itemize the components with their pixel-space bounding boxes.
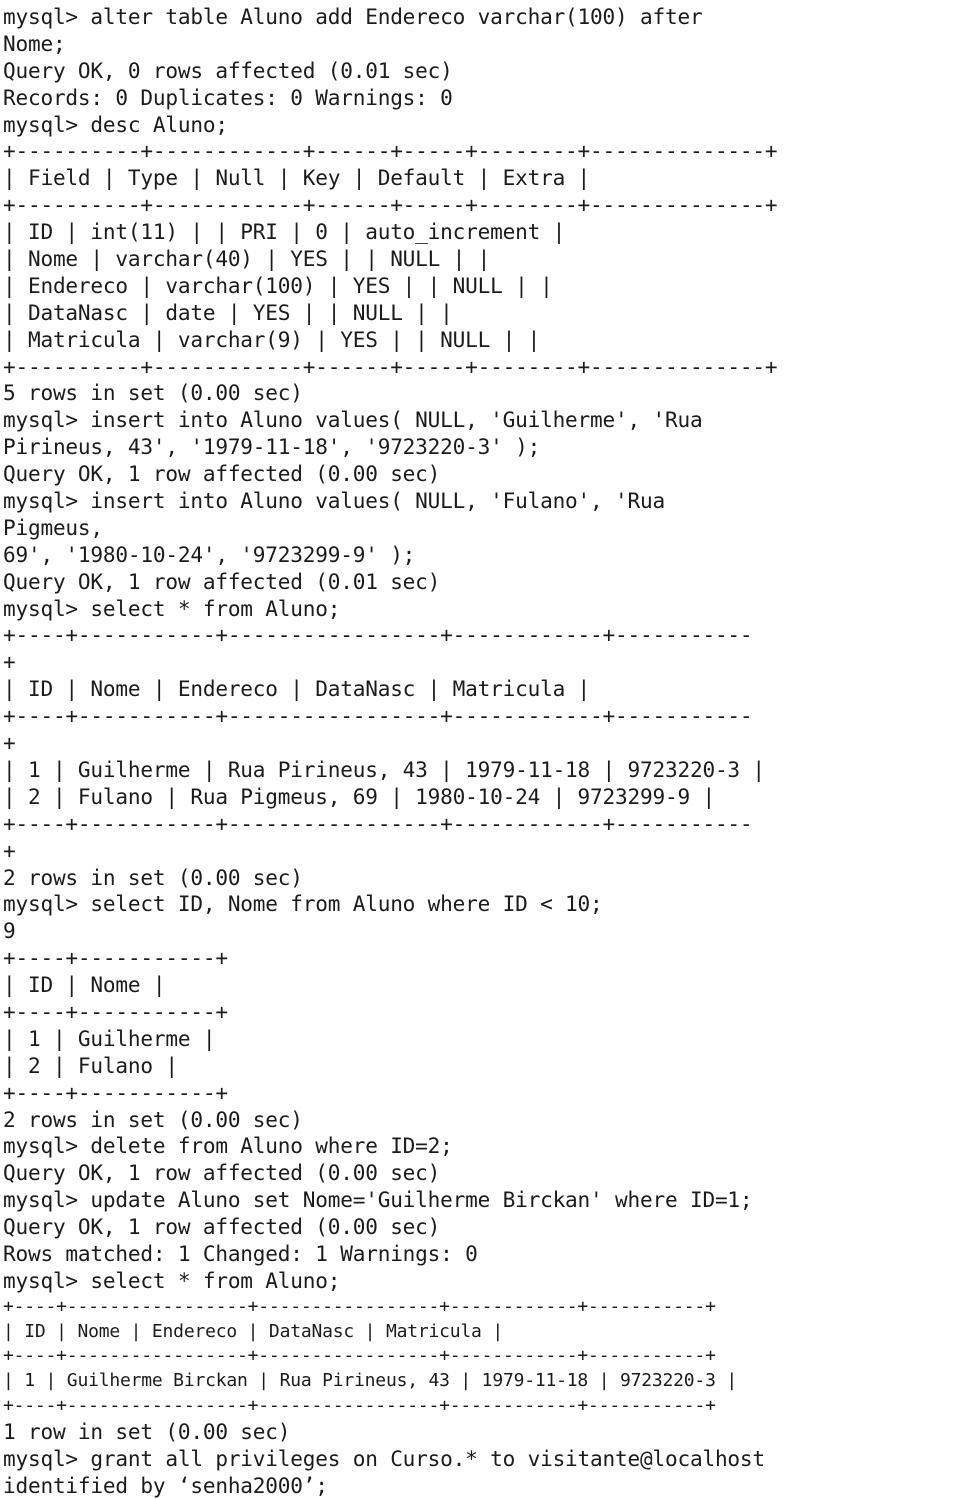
terminal-line: 9 <box>2 918 16 944</box>
terminal-line: +----------+------------+------+-----+--… <box>2 138 778 164</box>
terminal-line: 2 rows in set (0.00 sec) <box>2 864 303 890</box>
terminal-line: | ID | int(11) | | PRI | 0 | auto_increm… <box>2 219 566 245</box>
terminal-transcript: mysql> alter table Aluno add Endereco va… <box>0 0 960 1499</box>
terminal-line: | 2 | Fulano | <box>2 1052 178 1078</box>
terminal-line: | DataNasc | date | YES | | NULL | | <box>2 299 453 325</box>
terminal-line: + <box>2 730 16 756</box>
terminal-line: | 1 | Guilherme | Rua Pirineus, 43 | 197… <box>2 756 765 782</box>
terminal-line: + <box>2 649 16 675</box>
terminal-line: mysql> insert into Aluno values( NULL, '… <box>2 488 665 514</box>
terminal-line: | ID | Nome | <box>2 972 166 998</box>
terminal-line: +----+-----------+-----------------+----… <box>2 622 753 648</box>
terminal-line: | ID | Nome | Endereco | DataNasc | Matr… <box>2 1320 503 1342</box>
terminal-line: 5 rows in set (0.00 sec) <box>2 380 303 406</box>
terminal-line: identified by ‘senha2000’; <box>2 1472 328 1498</box>
terminal-line: Records: 0 Duplicates: 0 Warnings: 0 <box>2 84 453 110</box>
terminal-line: Query OK, 0 rows affected (0.01 sec) <box>2 57 453 83</box>
terminal-line: +----------+------------+------+-----+--… <box>2 192 778 218</box>
terminal-line: mysql> grant all privileges on Curso.* t… <box>2 1445 765 1471</box>
terminal-line: +----+-----------+ <box>2 1079 228 1105</box>
terminal-line: | 1 | Guilherme Birckan | Rua Pirineus, … <box>2 1370 737 1392</box>
terminal-line: | Field | Type | Null | Key | Default | … <box>2 165 591 191</box>
terminal-line: + <box>2 837 16 863</box>
terminal-line: mysql> desc Aluno; <box>2 111 228 137</box>
terminal-line: mysql> delete from Aluno where ID=2; <box>2 1133 453 1159</box>
terminal-line: | Matricula | varchar(9) | YES | | NULL … <box>2 326 541 352</box>
terminal-line: Pigmeus, <box>2 514 103 540</box>
transcript-block-main: mysql> alter table Aluno add Endereco va… <box>0 4 960 1295</box>
terminal-line: mysql> select ID, Nome from Aluno where … <box>2 891 603 917</box>
terminal-line: mysql> select * from Aluno; <box>2 595 341 621</box>
terminal-line: | Endereco | varchar(100) | YES | | NULL… <box>2 272 553 298</box>
terminal-line: +----+-----------------+----------------… <box>2 1295 716 1317</box>
terminal-line: +----+-----------+ <box>2 998 228 1024</box>
terminal-line: +----+-----------+ <box>2 945 228 971</box>
terminal-line: +----+-----------+-----------------+----… <box>2 810 753 836</box>
terminal-line: mysql> alter table Aluno add Endereco va… <box>2 4 703 29</box>
terminal-line: Query OK, 1 row affected (0.00 sec) <box>2 1160 441 1186</box>
terminal-line: +----------+------------+------+-----+--… <box>2 353 778 379</box>
terminal-line: 2 rows in set (0.00 sec) <box>2 1106 303 1132</box>
terminal-line: 1 row in set (0.00 sec) <box>2 1418 291 1444</box>
terminal-line: mysql> update Aluno set Nome='Guilherme … <box>2 1187 753 1213</box>
terminal-line: mysql> select * from Aluno; <box>2 1267 341 1293</box>
terminal-line: Query OK, 1 row affected (0.00 sec) <box>2 461 441 487</box>
terminal-line: +----+-----------+-----------------+----… <box>2 703 753 729</box>
terminal-line: mysql> insert into Aluno values( NULL, '… <box>2 407 703 433</box>
transcript-block-result-table: +----+-----------------+----------------… <box>0 1295 960 1419</box>
terminal-line: +----+-----------------+----------------… <box>2 1394 716 1416</box>
terminal-line: Nome; <box>2 30 66 56</box>
terminal-line: | 2 | Fulano | Rua Pigmeus, 69 | 1980-10… <box>2 783 715 809</box>
transcript-block-tail: 1 row in set (0.00 sec)mysql> grant all … <box>0 1419 960 1499</box>
terminal-line: | ID | Nome | Endereco | DataNasc | Matr… <box>2 676 591 702</box>
terminal-line: | Nome | varchar(40) | YES | | NULL | | <box>2 246 491 272</box>
terminal-line: Query OK, 1 row affected (0.01 sec) <box>2 568 441 594</box>
terminal-line: +----+-----------------+----------------… <box>2 1345 716 1367</box>
terminal-line: Pirineus, 43', '1979-11-18', '9723220-3'… <box>2 434 541 460</box>
terminal-line: 69', '1980-10-24', '9723299-9' ); <box>2 541 416 567</box>
terminal-line: Query OK, 1 row affected (0.00 sec) <box>2 1214 441 1240</box>
terminal-line: | 1 | Guilherme | <box>2 1025 216 1051</box>
terminal-line: Rows matched: 1 Changed: 1 Warnings: 0 <box>2 1240 478 1266</box>
